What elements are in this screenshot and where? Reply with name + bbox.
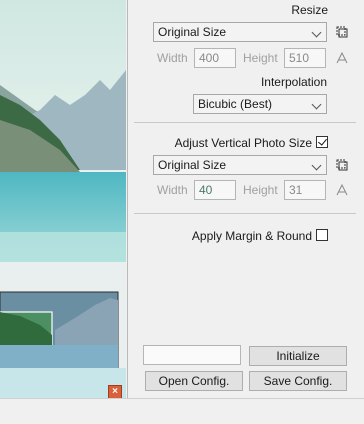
vertical-mode-value: Original Size (158, 158, 227, 172)
vertical-height-label: Height (243, 183, 278, 197)
aspect-link-icon[interactable] (336, 51, 348, 64)
chevron-down-icon (311, 27, 322, 38)
interpolation-value: Bicubic (Best) (198, 97, 273, 111)
thumbnail-strip[interactable] (0, 262, 126, 369)
resize-label: Resize (291, 3, 328, 17)
open-config-button[interactable]: Open Config. (145, 371, 243, 391)
crop-frame-icon[interactable] (336, 26, 348, 38)
resize-width-label: Width (157, 51, 188, 65)
vertical-width-label: Width (157, 183, 188, 197)
resize-height-field[interactable]: 510 (284, 48, 326, 68)
interpolation-label: Interpolation (260, 75, 327, 89)
resize-mode-select[interactable]: Original Size (153, 22, 327, 42)
crop-frame-icon[interactable] (336, 159, 348, 171)
close-preview-icon[interactable]: × (108, 385, 122, 399)
vertical-height-field[interactable]: 31 (284, 180, 326, 200)
margin-round-checkbox[interactable] (316, 229, 328, 241)
interpolation-select[interactable]: Bicubic (Best) (193, 94, 327, 114)
vertical-width-field[interactable]: 40 (194, 180, 236, 200)
config-name-field[interactable] (143, 345, 241, 365)
divider (134, 213, 356, 214)
initialize-button[interactable]: Initialize (249, 346, 347, 366)
vertical-mode-select[interactable]: Original Size (153, 155, 327, 175)
resize-width-field[interactable]: 400 (194, 48, 236, 68)
divider (134, 122, 356, 123)
vertical-size-checkbox[interactable] (316, 136, 328, 148)
save-config-button[interactable]: Save Config. (249, 371, 347, 391)
resize-mode-value: Original Size (158, 25, 227, 39)
bottom-bar (0, 398, 364, 424)
chevron-down-icon (311, 160, 322, 171)
landscape-photo (0, 0, 126, 398)
resize-height-label: Height (243, 51, 278, 65)
photo-preview (0, 0, 126, 398)
aspect-link-icon[interactable] (336, 183, 348, 196)
vertical-size-label: Adjust Vertical Photo Size (174, 136, 312, 150)
chevron-down-icon (311, 99, 322, 110)
margin-round-label: Apply Margin & Round (191, 229, 312, 243)
